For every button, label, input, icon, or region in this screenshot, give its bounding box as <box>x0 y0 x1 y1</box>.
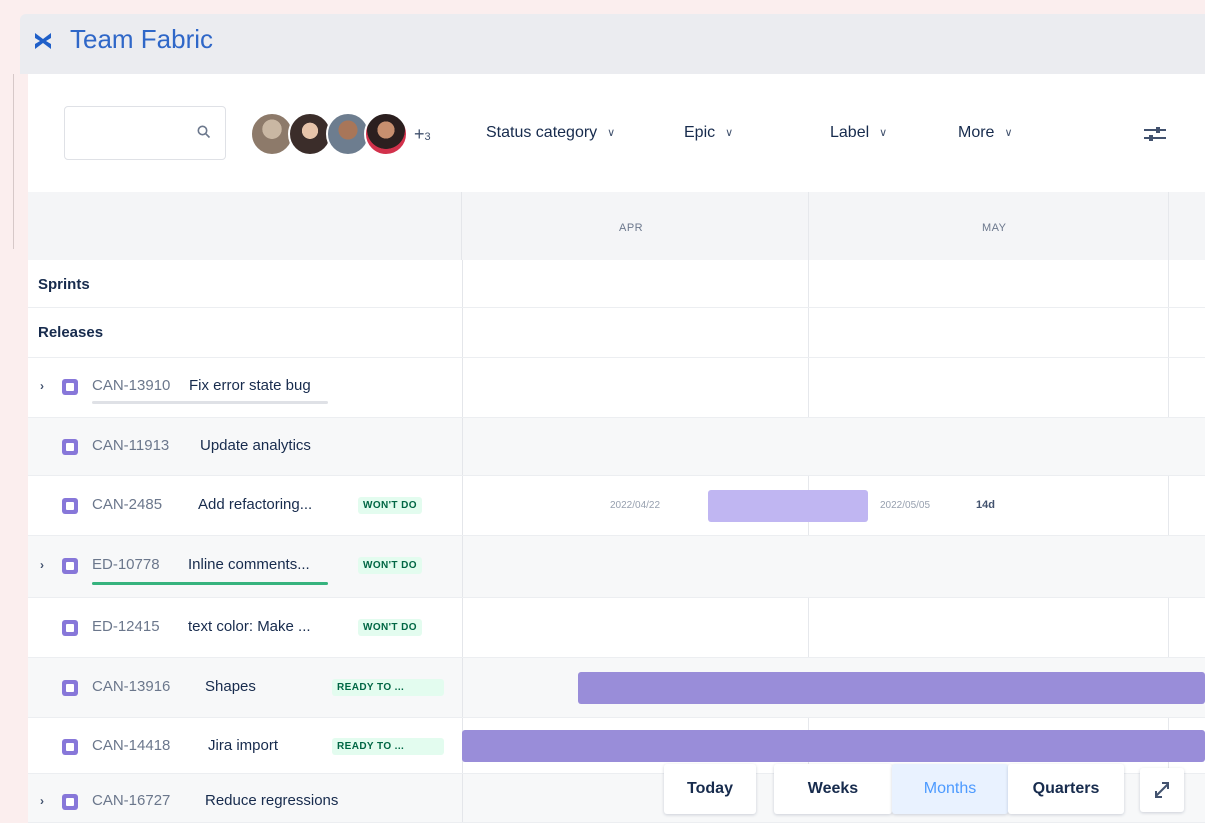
chevron-down-icon: ∨ <box>607 127 616 139</box>
task-type-icon <box>62 439 78 455</box>
expand-chevron-icon[interactable]: › <box>40 558 44 572</box>
issue-key[interactable]: CAN-16727 <box>92 792 170 809</box>
issue-row[interactable]: › ED-10778 Inline comments... WON'T DO <box>28 536 1205 598</box>
column-divider <box>462 358 463 417</box>
filter-label: Epic <box>684 124 716 141</box>
issue-title[interactable]: Fix error state bug <box>189 377 311 394</box>
chevron-down-icon: ∨ <box>725 127 734 139</box>
list-header <box>28 192 462 260</box>
filter-label: Status category <box>486 124 598 141</box>
timeline-header: APR MAY <box>462 192 1205 260</box>
column-divider <box>462 308 463 357</box>
progress-fill <box>92 582 328 585</box>
more-avatars-button[interactable]: +3 <box>414 124 431 145</box>
chevron-down-icon: ∨ <box>879 127 888 139</box>
project-header: Team Fabric <box>20 14 1205 74</box>
timeline-bar[interactable] <box>578 672 1205 704</box>
weeks-button[interactable]: Weeks <box>774 764 892 814</box>
issue-progress-bar <box>92 582 328 585</box>
roadmap-app: Team Fabric +3 Status category ∨ Epic ∨ La… <box>0 0 1205 823</box>
issue-row[interactable]: CAN-13916 Shapes READY TO ... <box>28 658 1205 718</box>
issue-key[interactable]: CAN-14418 <box>92 737 170 754</box>
today-button[interactable]: Today <box>664 764 756 814</box>
task-type-icon <box>62 794 78 810</box>
filter-label: Label <box>830 124 870 141</box>
expand-chevron-icon[interactable]: › <box>40 794 44 808</box>
month-label: APR <box>619 222 644 234</box>
issue-row[interactable]: ED-12415 text color: Make ... WON'T DO <box>28 598 1205 658</box>
expand-chevron-icon[interactable]: › <box>40 379 44 393</box>
month-label: MAY <box>982 222 1007 234</box>
column-divider <box>462 658 463 717</box>
issue-row[interactable]: CAN-2485 Add refactoring... WON'T DO 202… <box>28 476 1205 536</box>
task-type-icon <box>62 379 78 395</box>
issue-row[interactable]: › CAN-13910 Fix error state bug <box>28 358 1205 418</box>
task-type-icon <box>62 498 78 514</box>
months-button[interactable]: Months <box>892 764 1008 814</box>
column-divider <box>462 774 463 822</box>
issue-progress-bar <box>92 401 328 404</box>
issue-key[interactable]: ED-12415 <box>92 618 160 635</box>
task-type-icon <box>62 558 78 574</box>
fabric-x-icon <box>35 33 51 49</box>
timeline-bar[interactable] <box>708 490 868 522</box>
column-divider <box>462 260 463 307</box>
chevron-down-icon: ∨ <box>1004 127 1013 139</box>
status-lozenge: WON'T DO <box>358 497 422 514</box>
issue-row[interactable]: CAN-11913 Update analytics <box>28 418 1205 476</box>
fullscreen-button[interactable] <box>1140 768 1184 812</box>
issue-title[interactable]: Inline comments... <box>188 556 310 573</box>
more-avatars-prefix: + <box>414 124 425 144</box>
column-divider <box>462 476 463 535</box>
avatar[interactable] <box>364 112 408 156</box>
issue-key[interactable]: CAN-11913 <box>92 437 169 454</box>
issue-title[interactable]: Reduce regressions <box>205 792 338 809</box>
timeline-bar[interactable] <box>462 730 1205 762</box>
issue-key[interactable]: CAN-2485 <box>92 496 162 513</box>
column-divider <box>462 598 463 657</box>
more-avatars-count: 3 <box>424 131 431 143</box>
issue-key[interactable]: CAN-13910 <box>92 377 170 394</box>
task-type-icon <box>62 680 78 696</box>
duration-label: 14d <box>976 499 995 511</box>
task-type-icon <box>62 620 78 636</box>
issue-title[interactable]: Jira import <box>208 737 278 754</box>
status-lozenge: WON'T DO <box>358 619 422 636</box>
window-edge <box>0 74 14 249</box>
project-title[interactable]: Team Fabric <box>70 24 213 55</box>
search-icon <box>197 125 211 139</box>
filter-toolbar: +3 Status category ∨ Epic ∨ Label ∨ More ∨ <box>28 74 1205 192</box>
column-divider <box>462 418 463 475</box>
status-lozenge: READY TO ... <box>332 679 444 696</box>
issue-title[interactable]: Update analytics <box>200 437 311 454</box>
issue-key[interactable]: ED-10778 <box>92 556 160 573</box>
view-settings-icon[interactable] <box>1140 122 1170 146</box>
task-type-icon <box>62 739 78 755</box>
status-lozenge: READY TO ... <box>332 738 444 755</box>
filter-label: More <box>958 124 995 141</box>
status-lozenge: WON'T DO <box>358 557 422 574</box>
quarters-button[interactable]: Quarters <box>1008 764 1124 814</box>
sprints-row: Sprints <box>28 260 1205 308</box>
column-divider <box>462 536 463 597</box>
status-category-filter[interactable]: Status category ∨ <box>486 124 615 142</box>
expand-arrows-icon <box>1155 782 1169 798</box>
roadmap-grid: APR MAY Sprints Releases › CAN-13910 Fix… <box>28 192 1205 823</box>
end-date-label: 2022/05/05 <box>880 500 931 511</box>
releases-label: Releases <box>38 324 104 341</box>
start-date-label: 2022/04/22 <box>610 500 661 511</box>
releases-row: Releases <box>28 308 1205 358</box>
sprints-label: Sprints <box>38 276 90 293</box>
more-filter[interactable]: More ∨ <box>958 124 1013 142</box>
search-input[interactable] <box>64 106 226 160</box>
epic-filter[interactable]: Epic ∨ <box>684 124 733 142</box>
issue-title[interactable]: text color: Make ... <box>188 618 311 635</box>
issue-key[interactable]: CAN-13916 <box>92 678 170 695</box>
issue-title[interactable]: Shapes <box>205 678 256 695</box>
label-filter[interactable]: Label ∨ <box>830 124 887 142</box>
issue-title[interactable]: Add refactoring... <box>198 496 312 513</box>
